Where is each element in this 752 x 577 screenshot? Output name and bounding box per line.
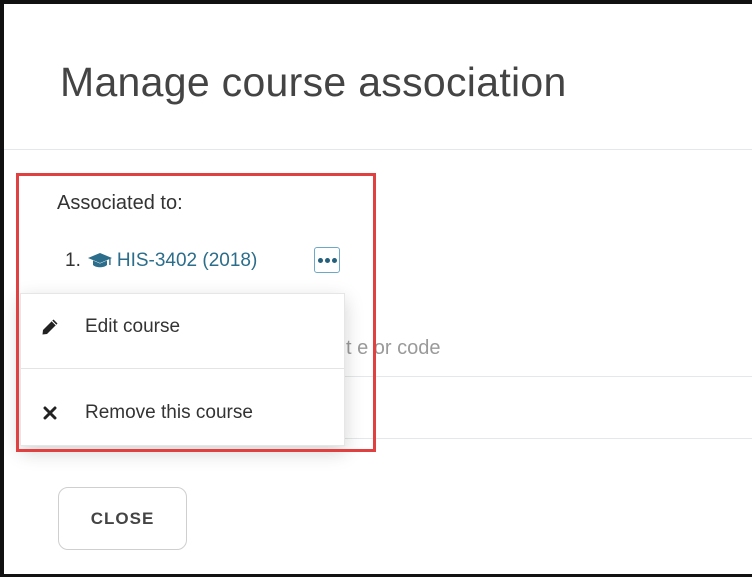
close-icon bbox=[41, 404, 59, 422]
menu-separator bbox=[21, 368, 344, 369]
header-divider bbox=[4, 149, 752, 150]
more-dot-icon bbox=[324, 257, 330, 263]
course-options-button[interactable] bbox=[314, 247, 340, 273]
search-divider bbox=[339, 376, 752, 377]
associated-to-label: Associated to: bbox=[57, 192, 183, 214]
more-dot-icon bbox=[317, 257, 323, 263]
footer-divider bbox=[339, 438, 752, 439]
manage-course-association-modal: Manage course association Associated to:… bbox=[0, 0, 752, 577]
course-link[interactable]: HIS-3402 (2018) bbox=[117, 250, 257, 272]
pencil-icon bbox=[41, 318, 59, 336]
associated-course-item: 1. HIS-3402 (2018) bbox=[65, 250, 257, 272]
course-search-placeholder[interactable]: tit e or code bbox=[336, 337, 441, 360]
remove-course-menu-item[interactable]: Remove this course bbox=[21, 383, 344, 443]
modal-title: Manage course association bbox=[60, 59, 567, 105]
graduation-cap-icon bbox=[87, 253, 112, 268]
remove-course-label: Remove this course bbox=[85, 402, 253, 423]
course-number: 1. bbox=[65, 250, 81, 271]
edit-course-menu-item[interactable]: Edit course bbox=[21, 297, 344, 357]
close-button[interactable]: CLOSE bbox=[58, 487, 187, 550]
course-options-menu: Edit course Remove this course bbox=[20, 293, 345, 446]
edit-course-label: Edit course bbox=[85, 316, 181, 337]
more-dot-icon bbox=[331, 257, 337, 263]
